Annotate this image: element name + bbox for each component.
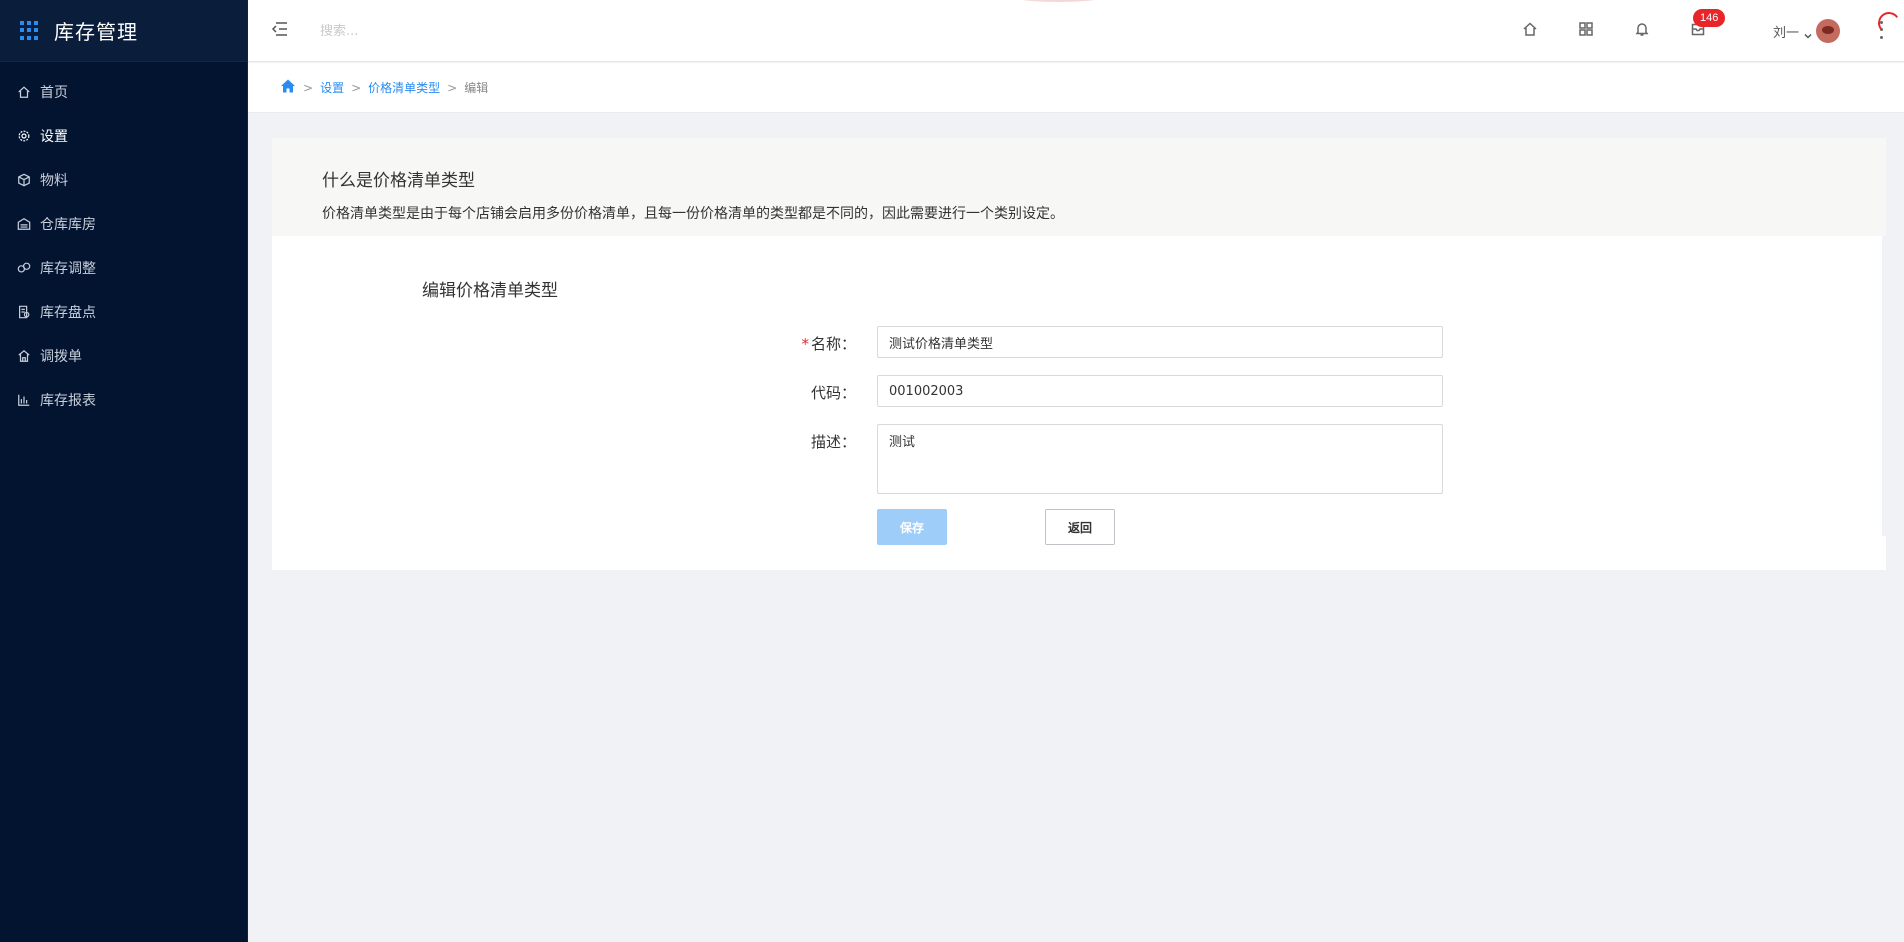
sidebar-item-label: 物料 [40,173,68,189]
description-textarea[interactable]: 测试 [877,424,1443,494]
back-button[interactable]: 返回 [1045,509,1115,545]
breadcrumb-settings[interactable]: 设置 [320,79,344,96]
name-input[interactable] [877,326,1443,358]
decorative-arc [1014,0,1104,2]
app-title: 库存管理 [54,20,138,44]
sidebar: 库存管理 首页 设置 物料 仓库库房 库存调整 库存盘点 调拨单 库存报表 [0,0,248,942]
intro-title: 什么是价格清单类型 [322,171,475,191]
sidebar-item-label: 仓库库房 [40,217,96,233]
breadcrumb-home-icon[interactable] [280,78,296,97]
home-icon[interactable] [1520,19,1540,39]
required-mark: * [801,335,809,353]
notification-badge: 146 [1693,9,1726,27]
breadcrumb-separator: > [303,80,314,95]
code-label: 代码： [810,384,856,402]
gear-icon [16,128,32,144]
bar-chart-icon [16,392,32,408]
warehouse-icon [16,216,32,232]
breadcrumb-separator: > [351,80,362,95]
home-icon [16,84,32,100]
grid-icon[interactable] [1576,19,1596,39]
name-label: * 名称： [801,335,856,353]
adjust-icon [16,260,32,276]
form-title: 编辑价格清单类型 [422,281,558,301]
sidebar-item-transfer[interactable]: 调拨单 [0,334,247,378]
user-menu[interactable]: 刘一 [1773,18,1841,44]
content-card: 什么是价格清单类型 价格清单类型是由于每个店铺会启用多份价格清单，且每一份价格清… [272,138,1886,570]
avatar [1816,19,1841,43]
user-name: 刘一 [1773,25,1800,41]
sidebar-item-warehouse[interactable]: 仓库库房 [0,202,247,246]
breadcrumb: > 设置 > 价格清单类型 > 编辑 [248,63,1904,113]
sidebar-item-stock-adjust[interactable]: 库存调整 [0,246,247,290]
sidebar-item-home[interactable]: 首页 [0,70,247,114]
sidebar-item-label: 首页 [40,85,68,101]
intro-description: 价格清单类型是由于每个店铺会启用多份价格清单，且每一份价格清单的类型都是不同的，… [322,206,1064,222]
sidebar-item-label: 库存报表 [40,393,96,409]
breadcrumb-separator: > [447,80,458,95]
save-button[interactable]: 保存 [877,509,947,545]
brand: 库存管理 [0,0,247,62]
box-icon [16,172,32,188]
transfer-icon [16,348,32,364]
description-label: 描述： [810,433,856,451]
sidebar-item-settings[interactable]: 设置 [0,114,247,158]
bell-icon[interactable] [1632,19,1652,39]
intro-panel: 什么是价格清单类型 价格清单类型是由于每个店铺会启用多份价格清单，且每一份价格清… [272,138,1886,236]
top-header: 146 刘一 [248,0,1904,62]
breadcrumb-current: 编辑 [464,81,489,95]
sidebar-item-label: 设置 [40,129,68,145]
sidebar-item-label: 调拨单 [40,349,82,365]
sidebar-item-stock-report[interactable]: 库存报表 [0,378,247,422]
sidebar-item-label: 库存调整 [40,261,96,277]
chevron-down-icon [1803,26,1813,39]
code-input[interactable] [877,375,1443,407]
apps-grid-icon[interactable] [20,20,40,41]
search-input[interactable] [320,18,600,44]
menu-toggle-icon[interactable] [270,19,290,39]
sidebar-item-label: 库存盘点 [40,305,96,321]
sidebar-menu: 首页 设置 物料 仓库库房 库存调整 库存盘点 调拨单 库存报表 [0,62,247,422]
breadcrumb-price-list-type[interactable]: 价格清单类型 [368,79,440,96]
sidebar-item-stock-count[interactable]: 库存盘点 [0,290,247,334]
card-edge [1882,236,1886,536]
inventory-check-icon [16,304,32,320]
sidebar-item-materials[interactable]: 物料 [0,158,247,202]
